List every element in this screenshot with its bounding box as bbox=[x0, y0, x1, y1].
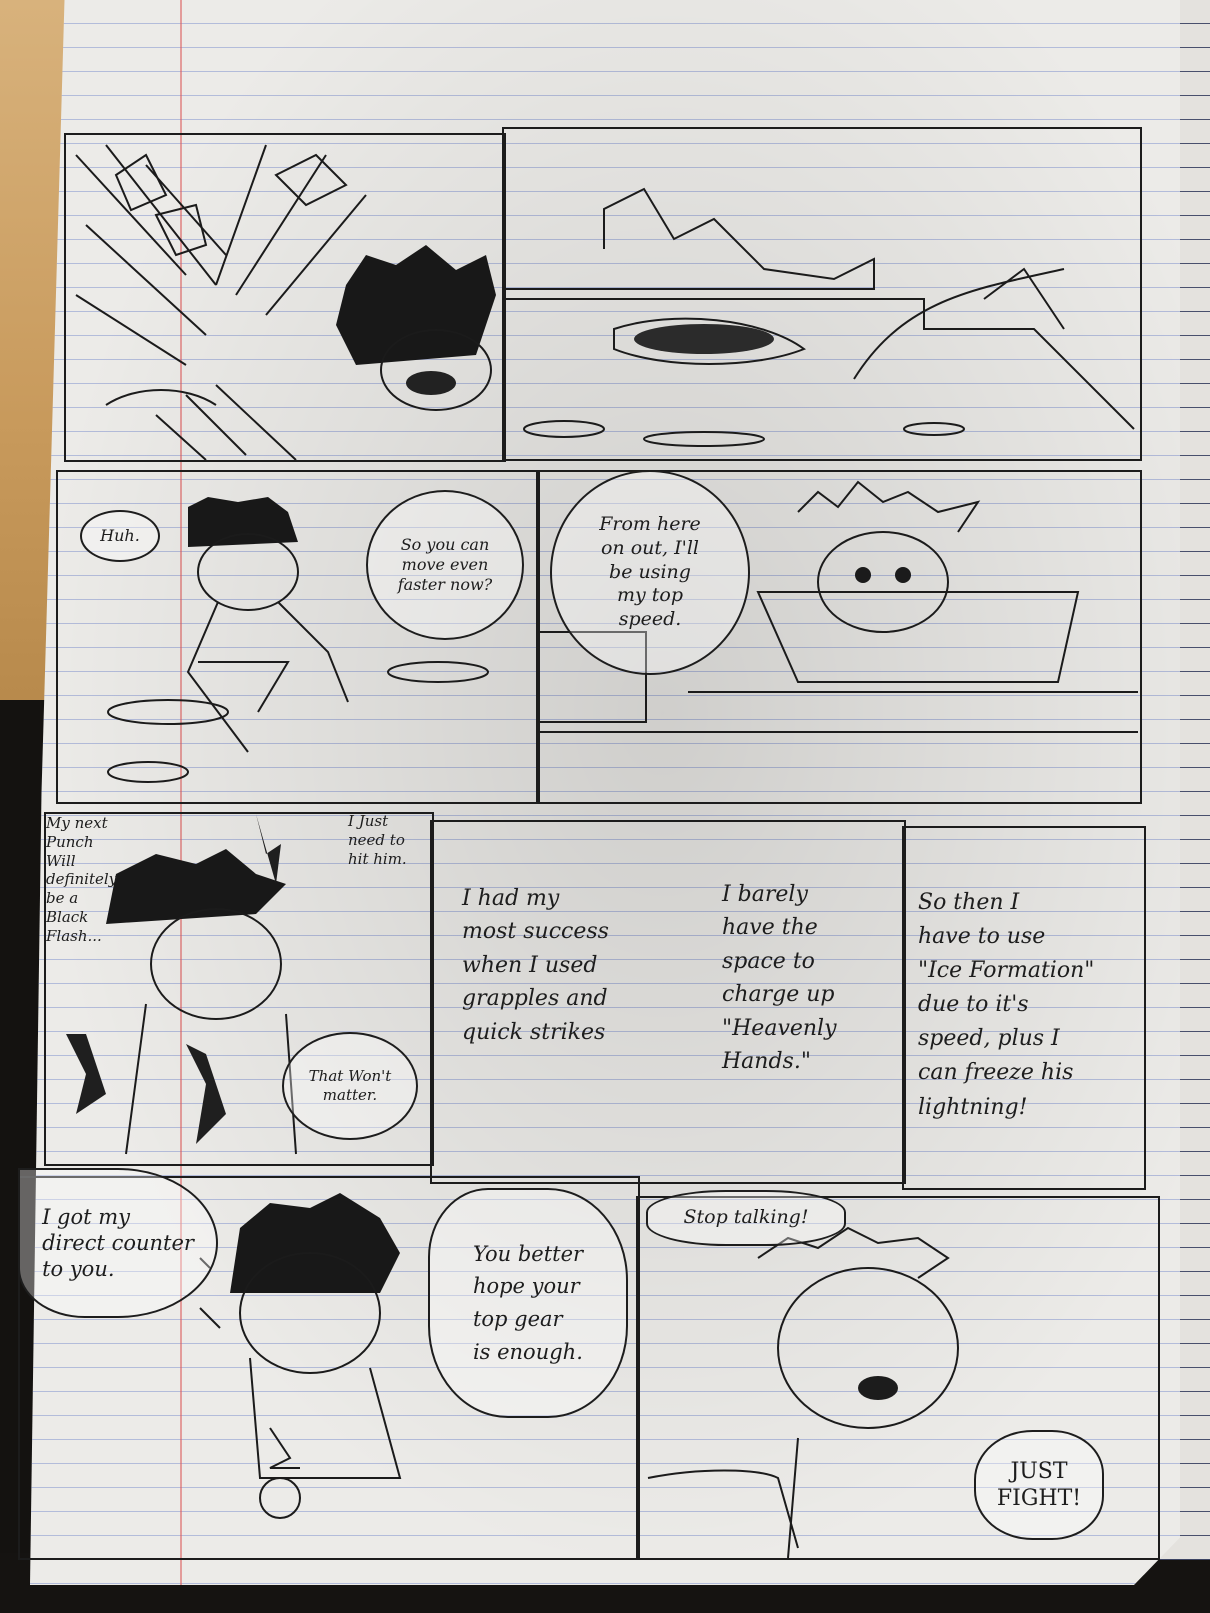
shouting-mouth bbox=[858, 1376, 898, 1400]
panel-arena-landscape bbox=[502, 127, 1142, 461]
speech-text: From here on out, I'll be using my top s… bbox=[599, 513, 701, 631]
panel-ice-formation: So then I have to use "Ice Formation" du… bbox=[902, 826, 1146, 1190]
speech-bubble-wont-matter: That Won't matter. bbox=[282, 1032, 418, 1140]
speech-bubble-counter: I got my direct counter to you. bbox=[18, 1168, 218, 1318]
open-mouth bbox=[406, 371, 456, 395]
panel-just-fight: Stop talking! JUST FIGHT! bbox=[636, 1190, 1160, 1560]
explosion-drawing bbox=[75, 144, 496, 460]
speech-bubble-top-gear: You better hope your top gear is enough. bbox=[428, 1188, 628, 1418]
character-dark-hair bbox=[188, 497, 298, 547]
panel-explosion-face bbox=[64, 133, 506, 462]
character-dark-hair bbox=[106, 849, 286, 924]
panel-black-flash: My next Punch Will definitely be a Black… bbox=[44, 812, 434, 1166]
crater-shadow bbox=[634, 324, 774, 354]
caption-heavenly-hands: I barely have the space to charge up "He… bbox=[722, 882, 837, 1075]
caption-success: I had my most success when I used grappl… bbox=[462, 886, 609, 1045]
character-dark-hair bbox=[336, 245, 496, 365]
caption-ice-formation: So then I have to use "Ice Formation" du… bbox=[918, 890, 1095, 1120]
speech-text: I got my direct counter to you. bbox=[42, 1204, 194, 1282]
arena-drawing bbox=[504, 187, 1135, 447]
shout-bubble-just-fight: JUST FIGHT! bbox=[974, 1430, 1104, 1540]
panel-strategy: I had my most success when I used grappl… bbox=[430, 820, 906, 1184]
caption-hit-him: I Just need to hit him. bbox=[348, 812, 407, 868]
caption-black-flash: My next Punch Will definitely be a Black… bbox=[46, 814, 118, 945]
speech-text: So you can move even faster now? bbox=[397, 535, 493, 594]
speech-bubble-huh: Huh. bbox=[80, 510, 160, 562]
speech-text: Huh. bbox=[100, 526, 140, 545]
speech-text: You better hope your top gear is enough. bbox=[472, 1241, 584, 1364]
panel-top-speed: From here on out, I'll be using my top s… bbox=[536, 470, 1142, 804]
speech-text: JUST FIGHT! bbox=[996, 1458, 1082, 1512]
speech-bubble-top-speed: From here on out, I'll be using my top s… bbox=[550, 470, 750, 675]
speech-text: Stop talking! bbox=[683, 1206, 809, 1229]
speech-bubble-faster: So you can move even faster now? bbox=[366, 490, 524, 640]
character-dark-hair bbox=[230, 1193, 400, 1293]
panel-huh: Huh. So you can move even faster now? bbox=[56, 470, 540, 804]
speech-text: That Won't matter. bbox=[308, 1067, 392, 1104]
panel-direct-counter: I got my direct counter to you. You bett… bbox=[18, 1168, 640, 1560]
speech-bubble-stop-talking: Stop talking! bbox=[646, 1190, 846, 1246]
